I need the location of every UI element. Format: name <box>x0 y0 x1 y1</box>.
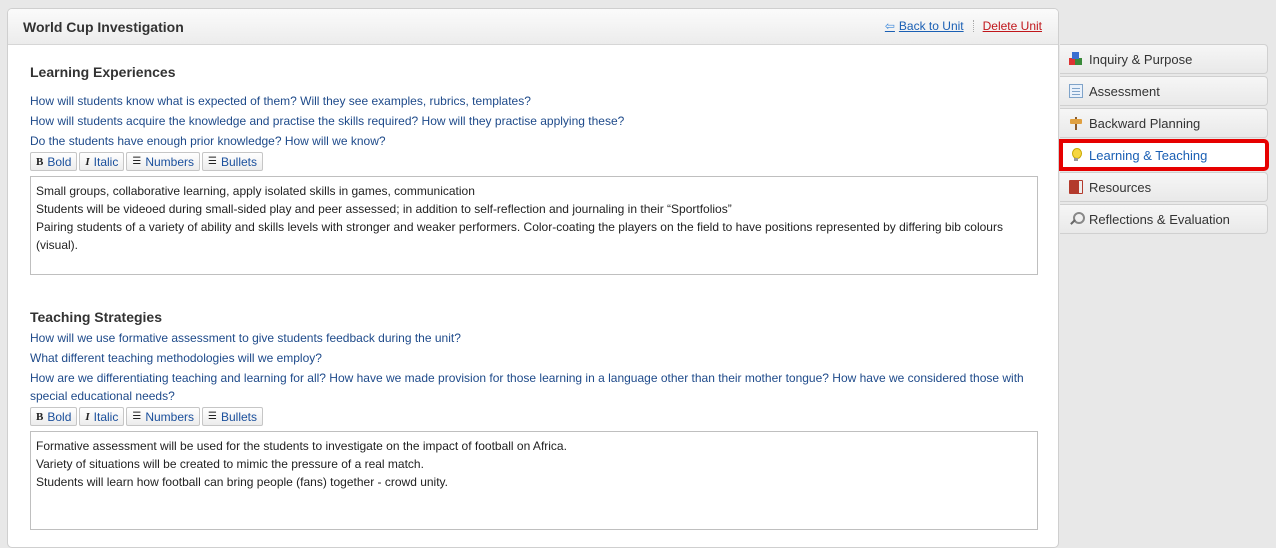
learning-prompt: How will students acquire the knowledge … <box>30 114 625 128</box>
teaching-editor-toolbar: B Bold I Italic ☰ Numbers ☰ Bullets <box>30 407 263 426</box>
bullets-label: Bullets <box>220 154 257 169</box>
editor-line: Students will be videoed during small-si… <box>36 202 732 216</box>
nav-item-label: Assessment <box>1089 83 1160 99</box>
bulleted-list-button[interactable]: ☰ Bullets <box>202 407 263 426</box>
nav-item-label: Backward Planning <box>1089 115 1201 131</box>
learning-experiences-heading: Learning Experiences <box>30 64 176 80</box>
numbers-label: Numbers <box>145 409 194 424</box>
nav-item-label: Reflections & Evaluation <box>1089 211 1230 227</box>
numbered-list-button[interactable]: ☰ Numbers <box>126 407 200 426</box>
delete-unit-link[interactable]: Delete Unit <box>983 19 1042 33</box>
editor-line: Pairing students of a variety of ability… <box>36 220 1003 252</box>
bold-label: Bold <box>47 409 72 424</box>
unit-section-nav: Inquiry & Purpose Assessment Backward Pl… <box>1059 44 1269 236</box>
bold-button[interactable]: B Bold <box>30 152 78 171</box>
bold-label: Bold <box>47 154 72 169</box>
nav-item-inquiry-purpose[interactable]: Inquiry & Purpose <box>1060 44 1268 74</box>
italic-button[interactable]: I Italic <box>79 152 125 171</box>
italic-icon: I <box>85 155 90 168</box>
bold-button[interactable]: B Bold <box>30 407 78 426</box>
back-arrow-icon: ⇦ <box>884 19 895 33</box>
italic-label: Italic <box>93 409 119 424</box>
bold-icon: B <box>36 410 44 423</box>
nav-item-backward-planning[interactable]: Backward Planning <box>1060 108 1268 138</box>
numbers-label: Numbers <box>145 154 194 169</box>
lightbulb-icon <box>1069 148 1083 162</box>
editor-line: Formative assessment will be used for th… <box>36 439 567 453</box>
back-to-unit-label: Back to Unit <box>898 19 964 33</box>
document-icon <box>1069 84 1083 98</box>
back-to-unit-link[interactable]: ⇦ Back to Unit <box>885 19 964 33</box>
learning-experiences-editor[interactable]: Small groups, collaborative learning, ap… <box>30 176 1038 275</box>
teaching-prompt: How will we use formative assessment to … <box>30 331 461 345</box>
numbered-list-button[interactable]: ☰ Numbers <box>126 152 200 171</box>
learning-editor-toolbar: B Bold I Italic ☰ Numbers ☰ Bullets <box>30 152 263 171</box>
numbered-list-icon: ☰ <box>132 411 142 422</box>
bulleted-list-icon: ☰ <box>208 411 217 422</box>
signpost-icon <box>1069 116 1083 130</box>
bulleted-list-icon: ☰ <box>208 156 217 167</box>
learning-prompt: Do the students have enough prior knowle… <box>30 134 386 148</box>
italic-icon: I <box>85 410 90 423</box>
numbered-list-icon: ☰ <box>132 156 142 167</box>
teaching-strategies-editor[interactable]: Formative assessment will be used for th… <box>30 431 1038 530</box>
unit-panel: World Cup Investigation ⇦ Back to Unit D… <box>7 8 1059 548</box>
magnifier-icon <box>1069 212 1085 226</box>
page-title: World Cup Investigation <box>23 19 184 35</box>
bullets-label: Bullets <box>220 409 257 424</box>
nav-item-resources[interactable]: Resources <box>1060 172 1268 202</box>
blocks-icon <box>1069 52 1083 66</box>
editor-line: Students will learn how football can bri… <box>36 475 449 489</box>
nav-item-reflections-evaluation[interactable]: Reflections & Evaluation <box>1060 204 1268 234</box>
italic-button[interactable]: I Italic <box>79 407 125 426</box>
link-divider <box>972 20 974 32</box>
nav-item-label: Inquiry & Purpose <box>1089 51 1193 67</box>
teaching-prompt: What different teaching methodologies wi… <box>30 351 322 365</box>
book-icon <box>1069 180 1083 194</box>
teaching-prompt: How are we differentiating teaching and … <box>30 371 1024 403</box>
panel-header: World Cup Investigation ⇦ Back to Unit D… <box>8 9 1058 45</box>
bold-icon: B <box>36 155 44 168</box>
teaching-strategies-heading: Teaching Strategies <box>30 309 163 325</box>
nav-item-learning-teaching[interactable]: Learning & Teaching <box>1059 139 1269 171</box>
nav-item-assessment[interactable]: Assessment <box>1060 76 1268 106</box>
learning-prompt: How will students know what is expected … <box>30 94 531 108</box>
editor-line: Small groups, collaborative learning, ap… <box>36 184 475 198</box>
nav-item-label: Resources <box>1089 179 1152 195</box>
editor-line: Variety of situations will be created to… <box>36 457 424 471</box>
italic-label: Italic <box>93 154 119 169</box>
nav-item-label: Learning & Teaching <box>1089 147 1208 163</box>
header-links: ⇦ Back to Unit Delete Unit <box>885 19 1042 33</box>
bulleted-list-button[interactable]: ☰ Bullets <box>202 152 263 171</box>
